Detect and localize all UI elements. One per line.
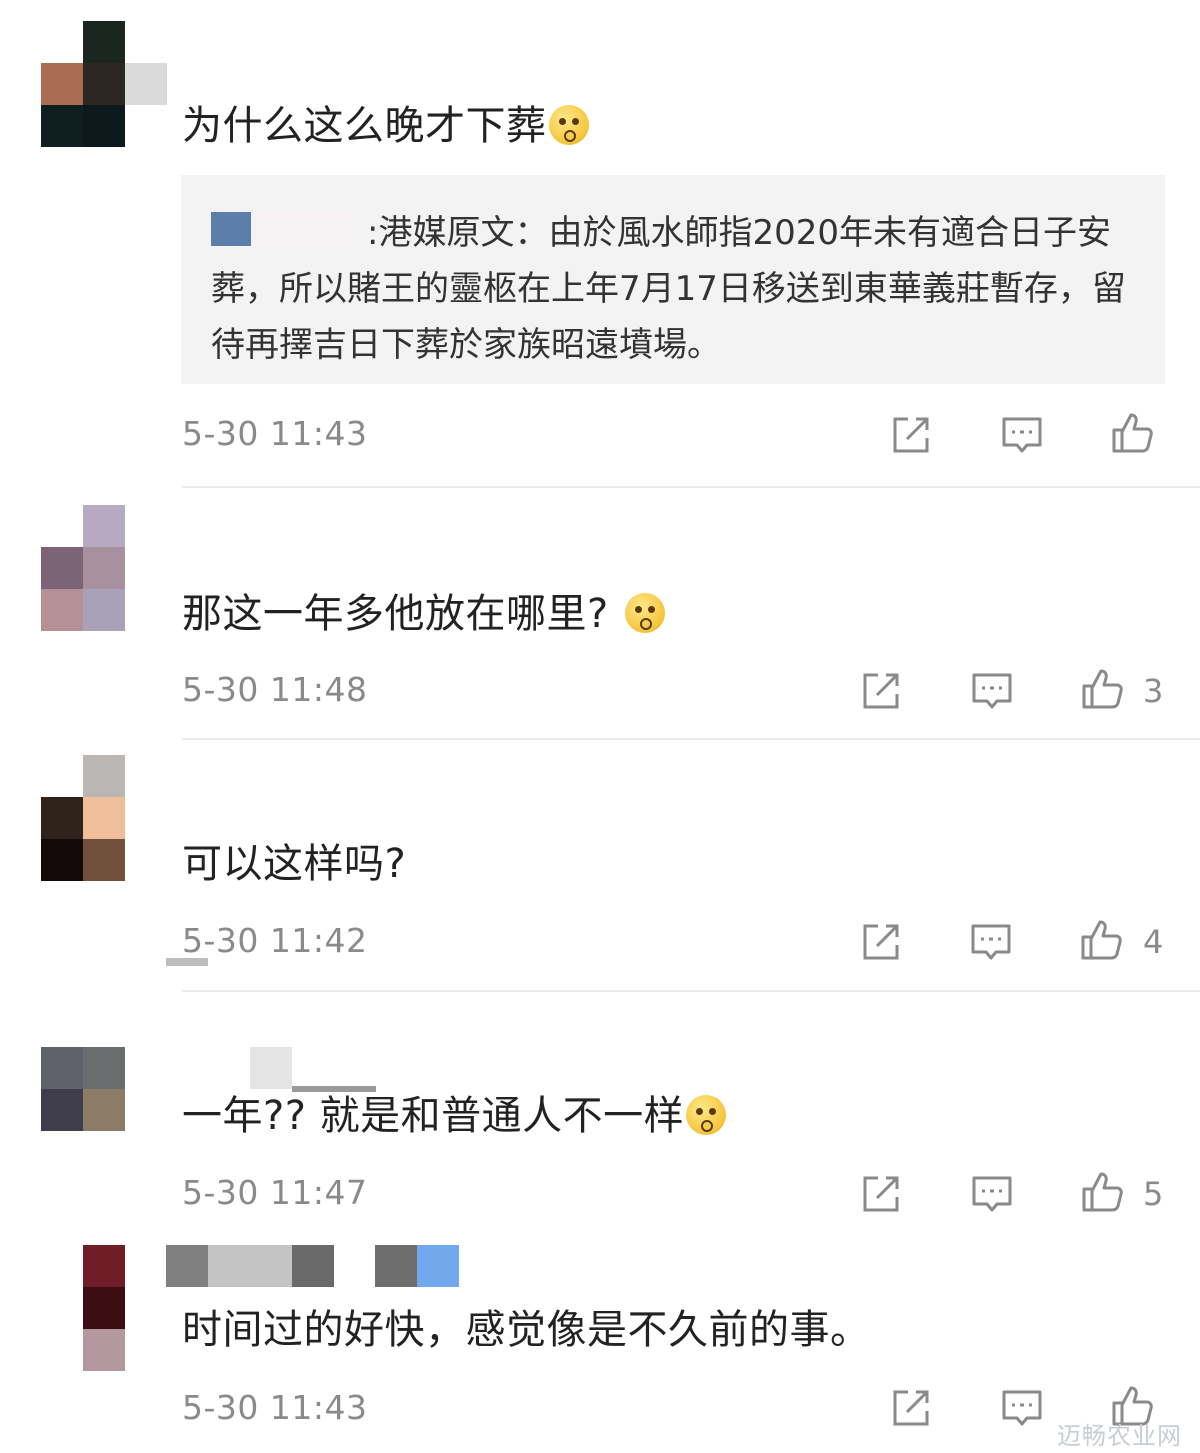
divider [182, 738, 1200, 740]
like-count: 4 [1143, 923, 1164, 961]
username-blurred[interactable] [125, 63, 167, 105]
reply-icon[interactable] [1001, 414, 1043, 456]
avatar[interactable] [41, 505, 125, 631]
confused-emoji-icon [624, 593, 665, 633]
username-blurred[interactable] [208, 1245, 292, 1287]
comment-time: 5-30 11:43 [182, 1388, 368, 1427]
quoted-user-avatar [211, 212, 251, 246]
redaction-bar [292, 1086, 376, 1092]
comment-text: 为什么这么晚才下葬 [182, 104, 589, 148]
like-icon[interactable] [1111, 412, 1153, 454]
quoted-username-blurred[interactable] [257, 212, 357, 246]
avatar[interactable] [41, 21, 125, 147]
comment-text: 一年?? 就是和普通人不一样 [182, 1094, 727, 1138]
reply-icon[interactable] [970, 921, 1012, 963]
watermark: 迈畅农业网 [1057, 1422, 1182, 1450]
reply-icon[interactable] [1001, 1387, 1043, 1429]
comment-time: 5-30 11:47 [182, 1173, 368, 1212]
like-icon[interactable] [1081, 1171, 1123, 1213]
comment-text: 时间过的好快，感觉像是不久前的事。 [182, 1307, 871, 1353]
like-count: 5 [1143, 1175, 1164, 1213]
username-blurred[interactable] [375, 1245, 417, 1287]
like-count: 3 [1143, 672, 1164, 710]
share-icon[interactable] [890, 414, 932, 456]
shush-emoji-icon [548, 105, 589, 145]
like-icon[interactable] [1080, 919, 1122, 961]
comment-time: 5-30 11:42 [182, 921, 368, 960]
comment-time: 5-30 11:43 [182, 414, 368, 453]
username-blurred[interactable] [166, 1245, 208, 1287]
avatar[interactable] [41, 755, 125, 881]
comment-time: 5-30 11:48 [182, 670, 368, 709]
share-icon[interactable] [860, 1173, 902, 1215]
redaction-bar [166, 958, 208, 966]
share-icon[interactable] [860, 670, 902, 712]
avatar[interactable] [41, 1245, 125, 1371]
thinking-emoji-icon [686, 1095, 727, 1135]
like-icon[interactable] [1081, 668, 1123, 710]
share-icon[interactable] [860, 921, 902, 963]
quoted-reply[interactable]: :港媒原文：由於風水師指2020年未有適合日子安葬，所以賭王的靈柩在上年7月17… [181, 175, 1165, 384]
username-blurred[interactable] [250, 1047, 292, 1089]
share-icon[interactable] [890, 1387, 932, 1429]
quoted-reply-text: :港媒原文：由於風水師指2020年未有適合日子安葬，所以賭王的靈柩在上年7月17… [211, 212, 1126, 365]
divider [182, 486, 1200, 488]
username-blurred[interactable] [292, 1245, 334, 1287]
reply-icon[interactable] [971, 1173, 1013, 1215]
comment-text: 可以这样吗? [182, 841, 407, 887]
user-badge [417, 1245, 459, 1287]
comment-text: 那这一年多他放在哪里? [182, 592, 665, 636]
avatar[interactable] [41, 1005, 125, 1131]
reply-icon[interactable] [971, 670, 1013, 712]
divider [182, 990, 1200, 992]
